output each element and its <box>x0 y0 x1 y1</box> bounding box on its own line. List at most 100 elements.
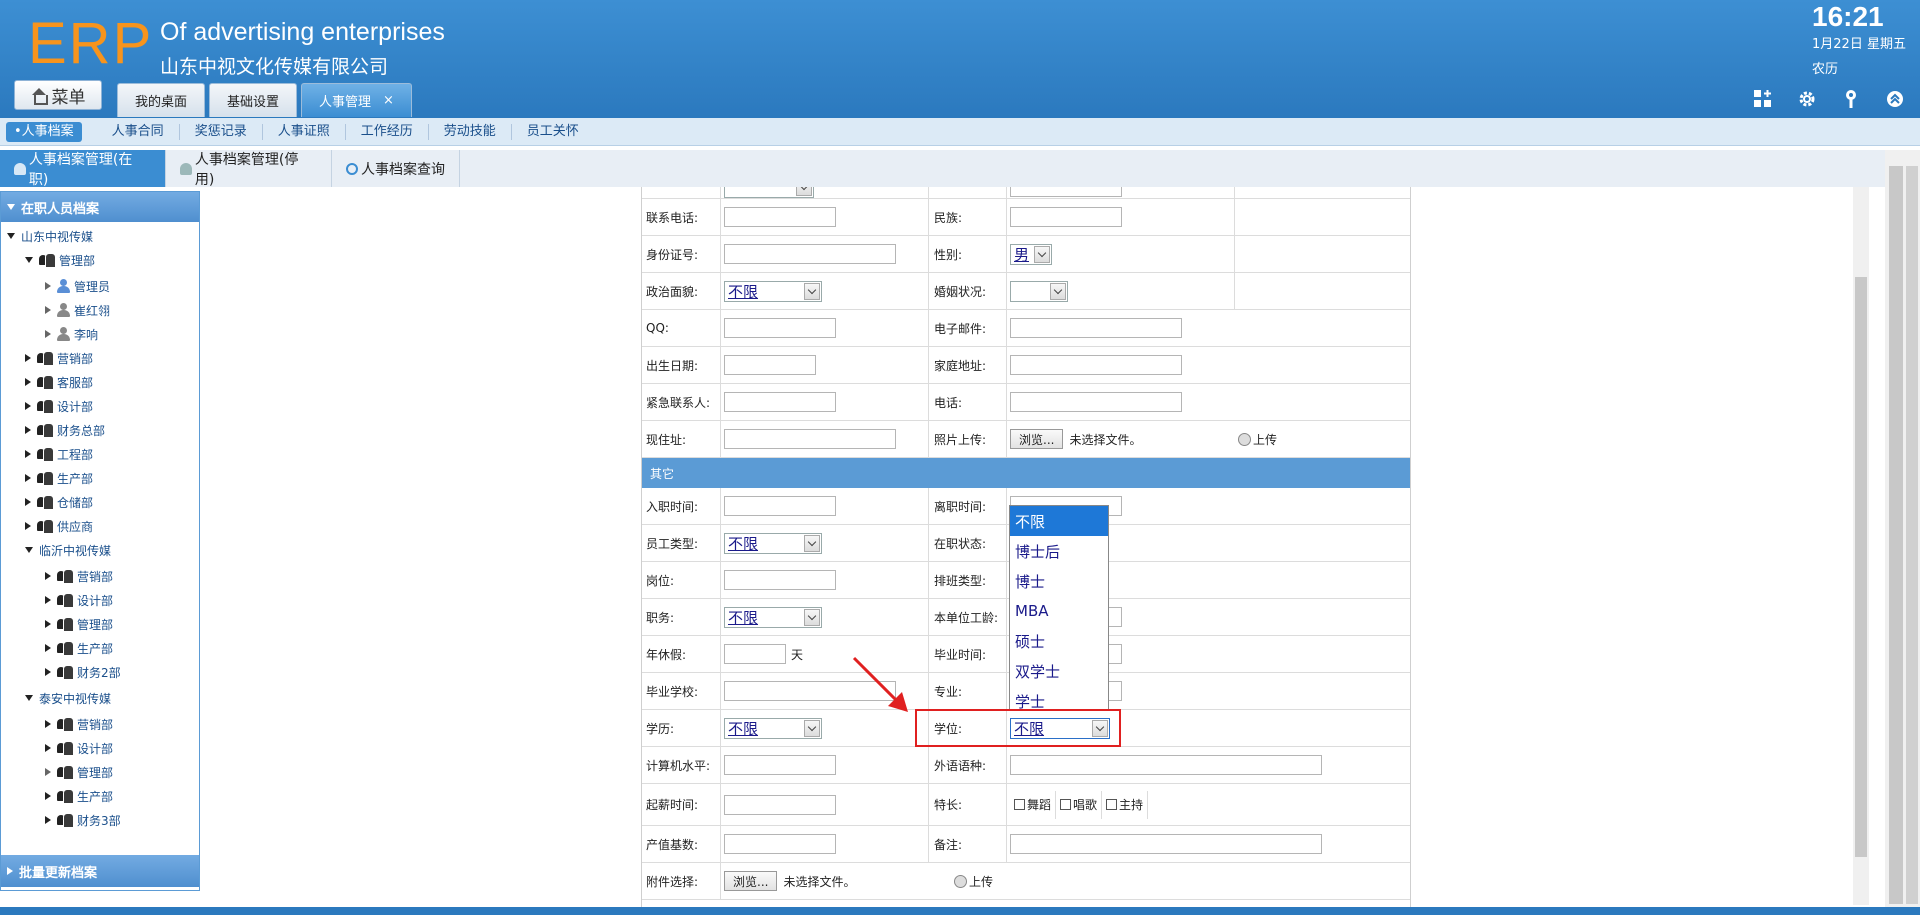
tree-node-dept[interactable]: 财务2部 <box>45 662 121 682</box>
tree-node-company[interactable]: 泰安中视传媒 <box>25 688 111 708</box>
sidebar-footer-batch-update[interactable]: 批量更新档案 <box>1 855 199 887</box>
education-select[interactable]: 不限 <box>724 717 822 739</box>
subnav-certificates[interactable]: 人事证照 <box>263 123 346 140</box>
computer-level-input[interactable] <box>724 755 836 775</box>
tree-node-person[interactable]: 管理员 <box>45 276 110 296</box>
tab-basic-settings[interactable]: 基础设置 <box>209 83 298 117</box>
partial-select[interactable] <box>724 187 814 198</box>
tree-node-dept[interactable]: 营销部 <box>25 348 93 368</box>
tab-my-desktop[interactable]: 我的桌面 <box>117 83 206 117</box>
sidebar-header[interactable]: 在职人员档案 <box>1 192 199 222</box>
degree-option[interactable]: 博士后 <box>1010 536 1108 566</box>
ethnic-input[interactable] <box>1010 207 1122 227</box>
tree-node-dept[interactable]: 生产部 <box>45 638 113 658</box>
tree-node-dept[interactable]: 管理部 <box>25 250 95 270</box>
marital-select[interactable] <box>1010 280 1068 302</box>
subnav-skills[interactable]: 劳动技能 <box>429 123 512 140</box>
label-attachment: 附件选择: <box>646 874 699 889</box>
tree-node-dept[interactable]: 供应商 <box>25 516 93 536</box>
annual-leave-input[interactable] <box>724 644 786 664</box>
label-graduation-school: 毕业学校: <box>646 684 699 699</box>
label-phone: 联系电话: <box>646 210 699 225</box>
subnav-hr-contract[interactable]: 人事合同 <box>97 123 180 140</box>
degree-option[interactable]: 不限 <box>1010 506 1108 536</box>
tree-label: 管理员 <box>74 279 111 294</box>
qq-input[interactable] <box>724 318 836 338</box>
tree-node-dept[interactable]: 客服部 <box>25 372 93 392</box>
duty-select[interactable]: 不限 <box>724 606 822 628</box>
tree-node-dept[interactable]: 仓储部 <box>25 492 93 512</box>
collapse-up-icon[interactable] <box>1884 88 1906 110</box>
output-base-input[interactable] <box>724 834 836 854</box>
tree-node-dept[interactable]: 财务3部 <box>45 810 121 830</box>
politics-select[interactable]: 不限 <box>724 280 822 302</box>
tree-node-dept[interactable]: 财务总部 <box>25 420 105 440</box>
attachment-upload-button[interactable]: 上传 <box>954 873 993 890</box>
degree-option[interactable]: 双学士 <box>1010 656 1108 686</box>
scroll-thumb[interactable] <box>1889 166 1903 904</box>
tree-node-person[interactable]: 李响 <box>45 324 98 344</box>
tree-node-dept[interactable]: 设计部 <box>45 738 113 758</box>
tab-archive-active[interactable]: 人事档案管理(在职) <box>0 150 166 188</box>
subnav-employee-care[interactable]: 员工关怀 <box>512 124 594 140</box>
group-icon <box>37 351 54 366</box>
current-address-input[interactable] <box>724 429 896 449</box>
specialty-host-checkbox[interactable]: 主持 <box>1106 790 1149 819</box>
birth-date-input[interactable] <box>724 355 816 375</box>
remark-input[interactable] <box>1010 834 1322 854</box>
tree-node-person[interactable]: 崔红翎 <box>45 300 110 320</box>
key-icon[interactable] <box>1840 88 1862 110</box>
specialty-sing-checkbox[interactable]: 唱歌 <box>1060 790 1103 819</box>
menu-button[interactable]: 菜单 <box>14 80 102 110</box>
sidebar-footer-label: 批量更新档案 <box>19 865 98 881</box>
erp-logo: ERP <box>28 11 154 76</box>
tree-node-dept[interactable]: 设计部 <box>45 590 113 610</box>
idcard-input[interactable] <box>724 244 896 264</box>
tree-node-dept[interactable]: 管理部 <box>45 762 113 782</box>
tree-node-dept[interactable]: 设计部 <box>25 396 93 416</box>
home-address-input[interactable] <box>1010 355 1182 375</box>
tree-node-dept[interactable]: 营销部 <box>45 714 113 734</box>
tel-input[interactable] <box>1010 392 1182 412</box>
expand-icon <box>45 596 51 604</box>
gear-icon[interactable] <box>1796 88 1818 110</box>
salary-start-input[interactable] <box>724 794 836 815</box>
entry-date-input[interactable] <box>724 496 836 516</box>
tree-node-dept[interactable]: 生产部 <box>25 468 93 488</box>
page-scrollbar[interactable] <box>1885 150 1920 910</box>
tree-node-company[interactable]: 临沂中视传媒 <box>25 540 111 560</box>
tab-hr-management[interactable]: 人事管理 × <box>301 83 412 117</box>
scroll-thumb[interactable] <box>1855 277 1867 857</box>
tree-node-dept[interactable]: 生产部 <box>45 786 113 806</box>
tree-node-dept[interactable]: 工程部 <box>25 444 93 464</box>
post-input[interactable] <box>724 570 836 590</box>
emergency-contact-input[interactable] <box>724 392 836 412</box>
partial-input[interactable] <box>1010 187 1122 197</box>
degree-option[interactable]: 硕士 <box>1010 626 1108 656</box>
degree-option[interactable]: 博士 <box>1010 566 1108 596</box>
employee-type-select[interactable]: 不限 <box>724 532 822 554</box>
form-scrollbar[interactable] <box>1853 187 1869 905</box>
tab-archive-disabled[interactable]: 人事档案管理(停用) <box>166 150 332 188</box>
scroll-thumb[interactable] <box>1906 166 1918 904</box>
specialty-dance-checkbox[interactable]: 舞蹈 <box>1014 790 1057 819</box>
subnav-rewards[interactable]: 奖惩记录 <box>180 123 263 140</box>
tree-node-dept[interactable]: 管理部 <box>45 614 113 634</box>
language-input[interactable] <box>1010 755 1322 775</box>
degree-option[interactable]: MBA <box>1010 596 1108 626</box>
close-icon[interactable]: × <box>383 93 394 108</box>
tree-label: 供应商 <box>57 519 94 534</box>
attachment-browse-button[interactable]: 浏览... <box>724 871 778 891</box>
gender-select[interactable]: 男 <box>1010 243 1052 265</box>
email-input[interactable] <box>1010 318 1182 338</box>
tree-node-company[interactable]: 山东中视传媒 <box>7 226 93 246</box>
tree-node-dept[interactable]: 营销部 <box>45 566 113 586</box>
grid-add-icon[interactable] <box>1752 88 1774 110</box>
subnav-hr-archive[interactable]: •人事档案 <box>6 121 82 142</box>
politics-value: 不限 <box>728 282 759 301</box>
tab-archive-query[interactable]: 人事档案查询 <box>332 150 460 187</box>
phone-input[interactable] <box>724 207 836 227</box>
photo-upload-button[interactable]: 上传 <box>1238 431 1277 448</box>
photo-browse-button[interactable]: 浏览... <box>1010 429 1064 449</box>
subnav-work-history[interactable]: 工作经历 <box>346 123 429 140</box>
